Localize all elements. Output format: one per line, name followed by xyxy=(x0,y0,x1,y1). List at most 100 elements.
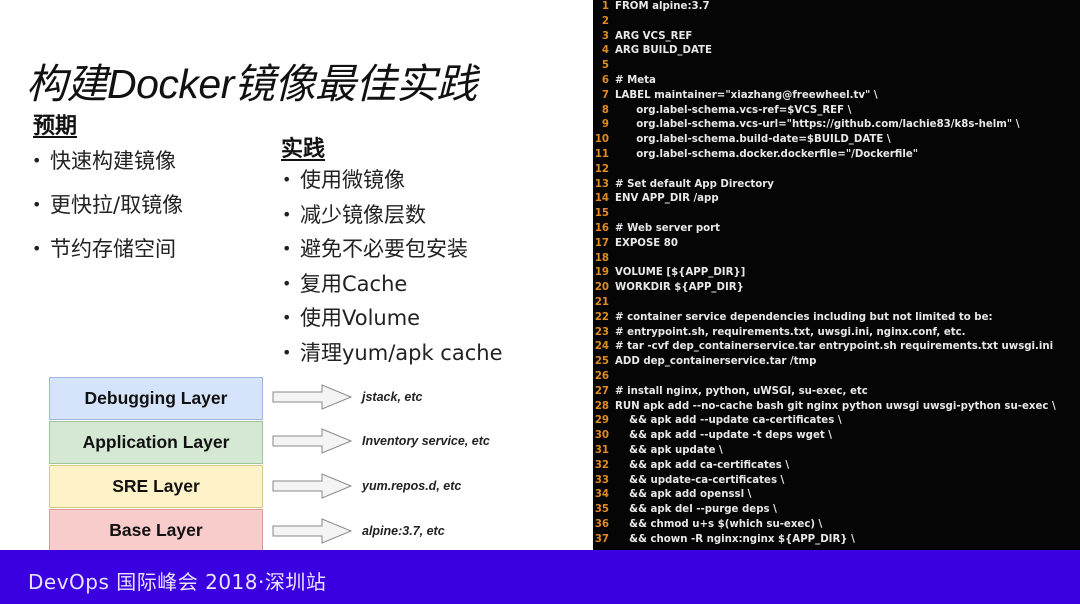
bullet-icon: • xyxy=(32,151,42,170)
layer-note-row: Inventory service, etc xyxy=(272,426,572,456)
code-text: && apk add --update ca-certificates \ xyxy=(615,415,842,427)
bullet-icon: • xyxy=(32,195,42,214)
right-arrow-icon xyxy=(272,473,352,499)
line-number: 21 xyxy=(594,296,609,308)
line-number: 30 xyxy=(594,430,609,442)
bullet-icon: • xyxy=(282,204,292,224)
code-line: 9 org.label-schema.vcs-url="https://gith… xyxy=(593,118,1080,133)
line-number: 4 xyxy=(601,45,609,57)
line-number: 3 xyxy=(601,30,609,42)
list-item: • 更快拉/取镜像 xyxy=(30,188,183,232)
list-item: • 快速构建镜像 xyxy=(30,144,183,188)
bullet-icon: • xyxy=(282,239,292,259)
right-arrow-icon xyxy=(272,384,352,410)
layer-note: yum.repos.d, etc xyxy=(362,479,462,493)
line-number: 12 xyxy=(594,163,609,175)
code-text: && chmod u+s $(which su-exec) \ xyxy=(615,518,823,530)
line-number: 18 xyxy=(594,252,609,264)
code-text: # Meta xyxy=(615,74,656,86)
list-item: • 避免不必要包安装 xyxy=(280,232,503,267)
code-text: org.label-schema.vcs-url="https://github… xyxy=(615,119,1020,131)
code-line: 15 xyxy=(593,207,1080,222)
code-text: org.label-schema.vcs-ref=$VCS_REF \ xyxy=(615,104,852,116)
code-line: 28 RUN apk add --no-cache bash git nginx … xyxy=(593,400,1080,415)
code-line: 22 # container service dependencies inclu… xyxy=(593,311,1080,326)
line-number: 34 xyxy=(594,489,609,501)
line-number: 2 xyxy=(601,15,609,27)
line-number: 25 xyxy=(594,356,609,368)
layer-application: Application Layer xyxy=(49,421,263,464)
bullet-icon: • xyxy=(32,239,42,258)
practice-list: • 使用微镜像 • 减少镜像层数 • 避免不必要包安装 • 复用Cache • 使用Vol… xyxy=(280,163,503,371)
code-line: 21 xyxy=(593,296,1080,311)
code-line: 13 # Set default App Directory xyxy=(593,178,1080,193)
code-text: && apk del --purge deps \ xyxy=(615,504,777,516)
code-text: && apk add ca-certificates \ xyxy=(615,459,790,471)
code-text: EXPOSE 80 xyxy=(615,237,678,249)
layer-debugging: Debugging Layer xyxy=(49,377,263,420)
bullet-icon: • xyxy=(282,342,292,362)
list-item: • 减少镜像层数 xyxy=(280,198,503,233)
line-number: 35 xyxy=(594,504,609,516)
line-number: 10 xyxy=(594,134,609,146)
line-number: 27 xyxy=(594,385,609,397)
dockerfile-code-panel: 1 FROM alpine:3.7 2 3 ARG VCS_REF 4 ARG BUILD_… xyxy=(593,0,1080,550)
code-line: 24 # tar -cvf dep_containerservice.tar en… xyxy=(593,340,1080,355)
code-text: # entrypoint.sh, requirements.txt, uwsgi… xyxy=(615,326,966,338)
slide-content: 构建Docker镜像最佳实践 预期 • 快速构建镜像 • 更快拉/取镜像 • 节约存储… xyxy=(0,0,592,552)
line-number: 37 xyxy=(594,533,609,545)
code-line: 34 && apk add openssl \ xyxy=(593,488,1080,503)
code-line: 27 # install nginx, python, uWSGI, su-exe… xyxy=(593,385,1080,400)
code-line: 23 # entrypoint.sh, requirements.txt, uws… xyxy=(593,326,1080,341)
line-number: 20 xyxy=(594,282,609,294)
code-line: 36 && chmod u+s $(which su-exec) \ xyxy=(593,518,1080,533)
line-number: 5 xyxy=(601,60,609,72)
code-line: 2 xyxy=(593,15,1080,30)
code-text: RUN apk add --no-cache bash git nginx py… xyxy=(615,400,1056,412)
code-line: 1 FROM alpine:3.7 xyxy=(593,0,1080,15)
code-line: 31 && apk update \ xyxy=(593,444,1080,459)
line-number: 33 xyxy=(594,474,609,486)
line-number: 31 xyxy=(594,444,609,456)
expect-list: • 快速构建镜像 • 更快拉/取镜像 • 节约存储空间 xyxy=(30,144,183,276)
code-text: FROM alpine:3.7 xyxy=(615,1,710,12)
line-number: 28 xyxy=(594,400,609,412)
layer-note: jstack, etc xyxy=(362,390,423,404)
code-line: 4 ARG BUILD_DATE xyxy=(593,44,1080,59)
code-line: 6 # Meta xyxy=(593,74,1080,89)
footer-text: DevOps 国际峰会 2018·深圳站 xyxy=(28,570,327,594)
code-line: 25 ADD dep_containerservice.tar /tmp xyxy=(593,355,1080,370)
code-line: 33 && update-ca-certificates \ xyxy=(593,474,1080,489)
code-text: # tar -cvf dep_containerservice.tar entr… xyxy=(615,341,1054,353)
code-text: && chown -R nginx:nginx ${APP_DIR} \ xyxy=(615,533,855,545)
code-line: 26 xyxy=(593,370,1080,385)
line-number: 14 xyxy=(594,193,609,205)
line-number: 17 xyxy=(594,237,609,249)
line-number: 22 xyxy=(594,311,609,323)
code-text: && apk add --update -t deps wget \ xyxy=(615,430,832,442)
code-line: 29 && apk add --update ca-certificates \ xyxy=(593,414,1080,429)
code-text: ARG BUILD_DATE xyxy=(615,45,712,57)
layer-note: Inventory service, etc xyxy=(362,434,490,448)
code-text: org.label-schema.docker.dockerfile="/Doc… xyxy=(615,148,919,160)
list-item: • 清理yum/apk cache xyxy=(280,336,503,371)
code-text: ARG VCS_REF xyxy=(615,30,693,42)
slide-title: 构建Docker镜像最佳实践 xyxy=(26,61,477,107)
code-line: 37 && chown -R nginx:nginx ${APP_DIR} \ xyxy=(593,533,1080,548)
code-line: 7 LABEL maintainer="xiazhang@freewheel.tv… xyxy=(593,89,1080,104)
code-text: # container service dependencies includi… xyxy=(615,311,993,323)
line-number: 13 xyxy=(594,178,609,190)
practice-heading: 实践 xyxy=(281,136,326,162)
code-line: 17 EXPOSE 80 xyxy=(593,237,1080,252)
line-number: 1 xyxy=(601,1,609,12)
list-item: • 复用Cache xyxy=(280,267,503,302)
right-arrow-icon xyxy=(272,518,352,544)
line-number: 11 xyxy=(594,148,609,160)
footer-bar: DevOps 国际峰会 2018·深圳站 xyxy=(0,550,1080,604)
line-number: 16 xyxy=(594,222,609,234)
code-text: && apk add openssl \ xyxy=(615,489,752,501)
code-line: 20 WORKDIR ${APP_DIR} xyxy=(593,281,1080,296)
code-line: 10 org.label-schema.build-date=$BUILD_DA… xyxy=(593,133,1080,148)
layer-sre: SRE Layer xyxy=(49,465,263,508)
code-text: ENV APP_DIR /app xyxy=(615,193,719,205)
